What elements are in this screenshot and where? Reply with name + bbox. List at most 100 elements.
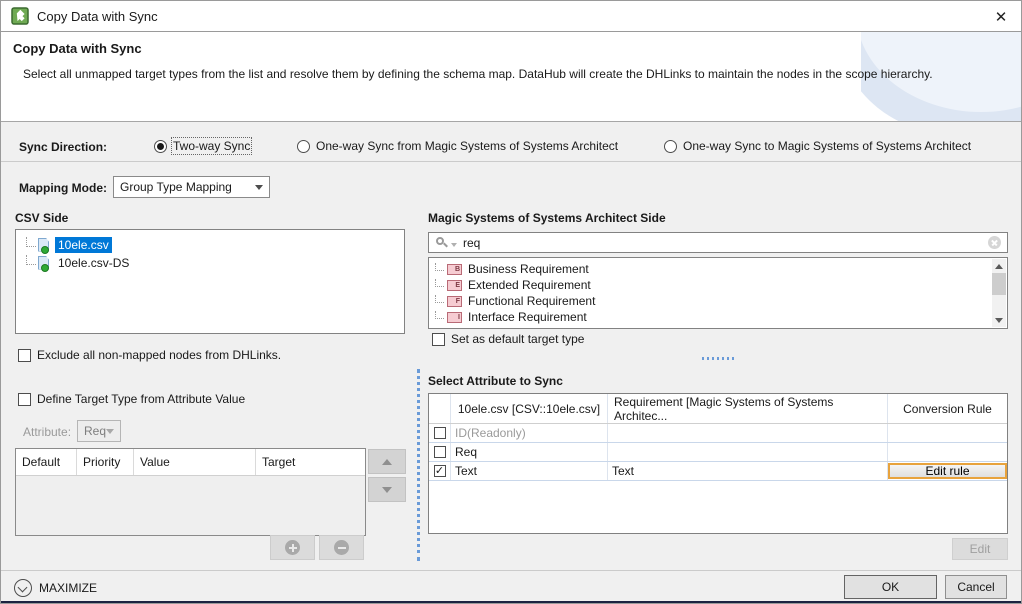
exclude-nodes-checkbox-row[interactable]: Exclude all non-mapped nodes from DHLink… [18, 348, 281, 362]
type-search-field[interactable]: req [428, 232, 1008, 253]
app-icon [11, 7, 29, 25]
remove-row-button[interactable] [319, 535, 364, 560]
copy-data-with-sync-dialog: Copy Data with Sync ✕ Copy Data with Syn… [0, 0, 1022, 604]
radio-icon[interactable] [664, 140, 677, 153]
search-input-value[interactable]: req [463, 236, 480, 250]
tree-branch-icon [26, 237, 36, 247]
arrow-down-icon [382, 487, 392, 493]
chevron-down-circle-icon[interactable] [14, 579, 32, 597]
csv-side-title: CSV Side [15, 211, 68, 225]
attribute-row-req[interactable]: Req [429, 443, 1007, 462]
requirement-type-icon: I [447, 312, 462, 323]
chevron-down-icon [106, 429, 114, 434]
search-options-chevron-icon[interactable] [451, 243, 457, 247]
type-item-interface-requirement[interactable]: I Interface Requirement [429, 309, 1007, 325]
mapping-mode-select[interactable]: Group Type Mapping [113, 176, 270, 198]
rule-cell[interactable] [888, 424, 1007, 442]
select-attribute-title: Select Attribute to Sync [428, 374, 563, 388]
radio-icon[interactable] [297, 140, 310, 153]
source-cell[interactable]: Text [451, 462, 608, 480]
attribute-select: Req [77, 420, 121, 442]
tree-branch-icon [435, 295, 444, 303]
column-header-source[interactable]: 10ele.csv [CSV::10ele.csv] [451, 394, 608, 423]
target-cell[interactable] [608, 443, 888, 461]
move-up-button[interactable] [368, 449, 406, 474]
attribute-row-id[interactable]: ID(Readonly) [429, 424, 1007, 443]
minus-icon [334, 540, 349, 555]
radio-icon[interactable] [154, 140, 167, 153]
set-default-target-checkbox-row[interactable]: Set as default target type [432, 332, 584, 346]
scroll-down-icon[interactable] [992, 313, 1006, 327]
attribute-label: Attribute: [23, 425, 71, 439]
tree-branch-icon [435, 263, 444, 271]
scroll-up-icon[interactable] [992, 259, 1006, 273]
column-header[interactable]: Target [256, 449, 365, 475]
checkbox-icon[interactable] [432, 333, 445, 346]
define-target-type-checkbox-row[interactable]: Define Target Type from Attribute Value [18, 392, 245, 406]
list-scrollbar[interactable] [992, 259, 1006, 327]
target-type-list[interactable]: B Business Requirement E Extended Requir… [428, 257, 1008, 329]
radio-one-way-to[interactable]: One-way Sync to Magic Systems of Systems… [664, 139, 971, 153]
tree-item-10ele-csv[interactable]: 10ele.csv [16, 236, 404, 254]
checkbox-icon[interactable] [18, 349, 31, 362]
column-header[interactable]: Default [16, 449, 77, 475]
checkbox-icon[interactable] [434, 446, 446, 458]
type-label[interactable]: Business Requirement [468, 262, 589, 276]
column-header-target[interactable]: Requirement [Magic Systems of Systems Ar… [608, 394, 888, 423]
cancel-button[interactable]: Cancel [945, 575, 1007, 599]
checkbox-checked-icon[interactable]: ✓ [434, 465, 446, 477]
requirement-type-icon: F [447, 296, 462, 307]
radio-two-way-sync[interactable]: Two-way Sync [154, 139, 250, 153]
type-item-functional-requirement[interactable]: F Functional Requirement [429, 293, 1007, 309]
scrollbar-thumb[interactable] [992, 273, 1006, 295]
radio-label[interactable]: Two-way Sync [173, 139, 250, 153]
tree-item-10ele-csv-ds[interactable]: 10ele.csv-DS [16, 254, 404, 272]
type-item-business-requirement[interactable]: B Business Requirement [429, 261, 1007, 277]
radio-one-way-from[interactable]: One-way Sync from Magic Systems of Syste… [297, 139, 618, 153]
dialog-header: Copy Data with Sync Select all unmapped … [1, 32, 1021, 122]
edit-rule-button[interactable]: Edit rule [888, 463, 1007, 479]
rule-cell[interactable] [888, 443, 1007, 461]
attribute-sync-table[interactable]: 10ele.csv [CSV::10ele.csv] Requirement [… [428, 393, 1008, 534]
source-cell[interactable]: Req [451, 443, 608, 461]
value-mapping-table[interactable]: Default Priority Value Target [15, 448, 366, 536]
close-icon[interactable]: ✕ [989, 5, 1013, 29]
target-cell[interactable] [608, 424, 888, 442]
tree-item-label[interactable]: 10ele.csv-DS [55, 255, 132, 271]
add-row-button[interactable] [270, 535, 315, 560]
maximize-label[interactable]: MAXIMIZE [39, 581, 97, 595]
column-header-rule[interactable]: Conversion Rule [888, 394, 1007, 423]
radio-label[interactable]: One-way Sync from Magic Systems of Syste… [316, 139, 618, 153]
checkbox-label[interactable]: Exclude all non-mapped nodes from DHLink… [37, 348, 281, 362]
type-label[interactable]: Interface Requirement [468, 310, 587, 324]
vertical-splitter[interactable] [417, 369, 420, 561]
edit-button[interactable]: Edit [952, 538, 1008, 560]
column-header[interactable]: Priority [77, 449, 134, 475]
checkbox-label[interactable]: Define Target Type from Attribute Value [37, 392, 245, 406]
horizontal-splitter-handle[interactable] [702, 357, 735, 360]
csv-tree[interactable]: 10ele.csv 10ele.csv-DS [15, 229, 405, 334]
maximize-toggle[interactable]: MAXIMIZE [14, 579, 97, 597]
ok-button[interactable]: OK [844, 575, 937, 599]
column-header-checkbox [429, 394, 451, 423]
checkbox-icon[interactable] [18, 393, 31, 406]
type-item-extended-requirement[interactable]: E Extended Requirement [429, 277, 1007, 293]
attribute-row-text[interactable]: ✓ Text Text Edit rule [429, 462, 1007, 481]
clear-search-icon[interactable] [988, 236, 1001, 249]
column-header[interactable]: Value [134, 449, 256, 475]
move-down-button[interactable] [368, 477, 406, 502]
plus-icon [285, 540, 300, 555]
checkbox-icon[interactable] [434, 427, 446, 439]
type-label[interactable]: Functional Requirement [468, 294, 595, 308]
radio-label[interactable]: One-way Sync to Magic Systems of Systems… [683, 139, 971, 153]
type-label[interactable]: Extended Requirement [468, 278, 591, 292]
checkbox-label[interactable]: Set as default target type [451, 332, 584, 346]
tree-item-label[interactable]: 10ele.csv [55, 237, 112, 253]
tree-branch-icon [435, 279, 444, 287]
mapping-mode-value: Group Type Mapping [120, 180, 232, 194]
search-icon[interactable] [435, 236, 449, 250]
source-cell[interactable]: ID(Readonly) [451, 424, 608, 442]
header-description: Select all unmapped target types from th… [23, 67, 983, 81]
architect-side-title: Magic Systems of Systems Architect Side [428, 211, 666, 225]
target-cell[interactable]: Text [608, 462, 888, 480]
